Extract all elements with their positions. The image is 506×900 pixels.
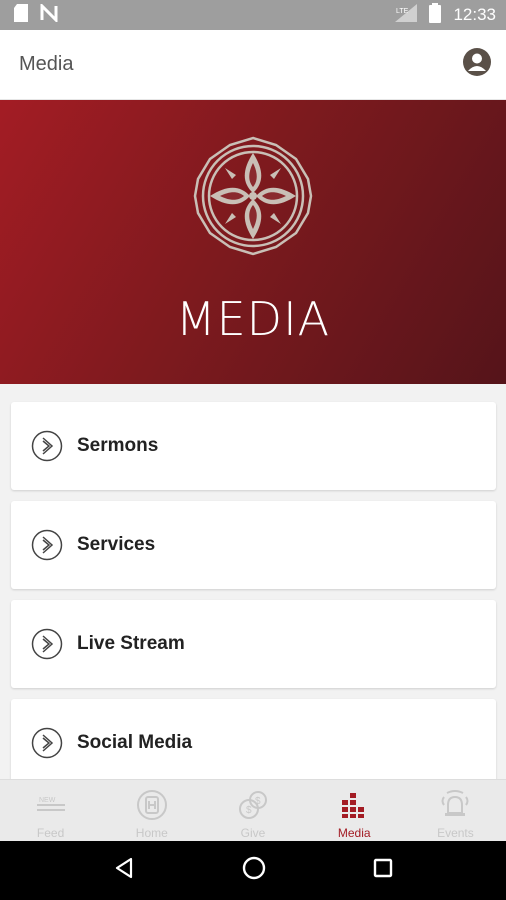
page-title: Media <box>19 53 74 75</box>
nav-label: Events <box>437 826 474 840</box>
hero-banner: MEDIA <box>0 100 506 384</box>
menu-item-live-stream[interactable]: Live Stream <box>11 600 496 688</box>
menu-item-sermons[interactable]: Sermons <box>11 402 496 490</box>
app-bar: Media <box>0 30 506 100</box>
home-icon[interactable] <box>241 855 267 886</box>
chevron-circle-icon <box>31 727 63 759</box>
svg-text:$: $ <box>246 805 252 816</box>
status-time: 12:33 <box>453 5 496 24</box>
nav-label: Media <box>337 826 371 840</box>
recents-icon[interactable] <box>372 857 394 884</box>
media-menu-list: Sermons Services Live Stream Social Medi… <box>11 402 496 798</box>
chevron-circle-icon <box>31 529 63 561</box>
coins-icon: $ $ <box>237 788 269 822</box>
home-circle-icon <box>136 788 168 822</box>
nav-label: Home <box>135 826 168 840</box>
nav-label: Feed <box>36 826 65 840</box>
nav-item-give[interactable]: $ $ Give <box>202 780 303 841</box>
menu-item-label: Social Media <box>77 732 193 753</box>
nav-item-feed[interactable]: NEW Feed <box>0 780 101 841</box>
media-bars-icon <box>340 788 368 822</box>
battery-icon <box>429 2 442 28</box>
svg-text:LTE: LTE <box>396 8 409 15</box>
system-nav-bar <box>0 841 506 900</box>
menu-item-label: Sermons <box>77 435 159 456</box>
bell-icon <box>438 788 472 822</box>
nav-item-media[interactable]: Media <box>304 780 405 841</box>
ornamental-medallion-logo <box>192 135 314 262</box>
hero-title: MEDIA <box>175 292 331 346</box>
menu-item-label: Live Stream <box>77 633 185 654</box>
no-signal-icon <box>40 1 58 27</box>
back-icon[interactable] <box>112 856 136 885</box>
account-circle-icon[interactable] <box>462 47 492 82</box>
menu-item-label: Services <box>77 534 156 555</box>
chevron-circle-icon <box>31 430 63 462</box>
menu-item-social-media[interactable]: Social Media <box>11 699 496 787</box>
status-bar: LTE 12:33 <box>0 0 506 30</box>
menu-item-services[interactable]: Services <box>11 501 496 589</box>
new-feed-icon: NEW <box>35 788 67 822</box>
nav-label: Give <box>240 826 266 840</box>
bottom-nav: NEW Feed Home $ $ Give Media Events <box>0 779 506 841</box>
svg-text:$: $ <box>255 796 261 807</box>
cellular-lte-icon: LTE <box>395 3 418 27</box>
svg-text:NEW: NEW <box>39 797 56 804</box>
nav-item-home[interactable]: Home <box>101 780 202 841</box>
nav-item-events[interactable]: Events <box>405 780 506 841</box>
chevron-circle-icon <box>31 628 63 660</box>
sd-card-icon <box>14 3 28 27</box>
